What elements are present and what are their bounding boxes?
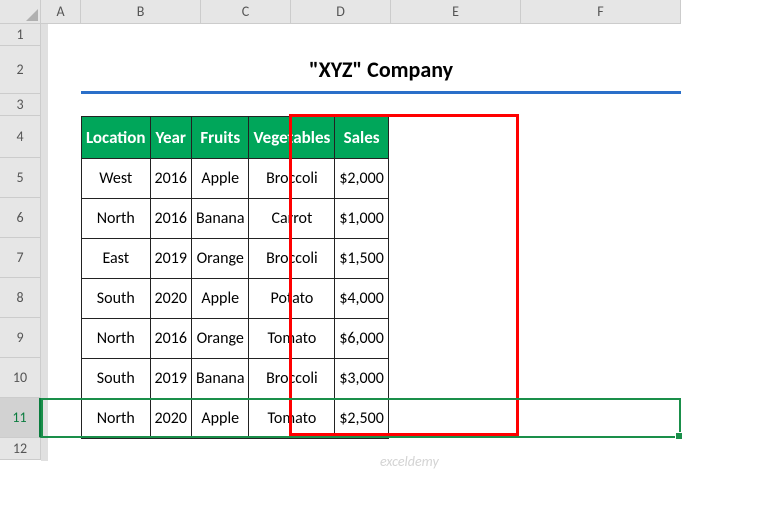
table-cell[interactable]: 2019 — [150, 239, 191, 279]
column-headers: ABCDEF — [41, 0, 681, 24]
table-cell[interactable]: $3,000 — [335, 359, 389, 399]
cell[interactable] — [47, 399, 48, 439]
cell[interactable] — [47, 117, 48, 159]
table-cell[interactable]: Apple — [191, 279, 249, 319]
table-cell[interactable]: West — [82, 159, 151, 199]
table-cell[interactable]: North — [82, 319, 151, 359]
table-cell[interactable]: $2,000 — [335, 159, 389, 199]
table-cell[interactable]: Banana — [191, 199, 249, 239]
table-cell[interactable]: North — [82, 399, 151, 439]
table-header[interactable]: Sales — [335, 117, 389, 159]
table-cell[interactable]: Tomato — [249, 399, 335, 439]
table-row: North2016OrangeTomato$6,000 — [82, 319, 389, 359]
cell[interactable] — [47, 319, 48, 359]
column-header-E[interactable]: E — [391, 0, 521, 24]
row-header-5[interactable]: 5 — [0, 158, 41, 198]
row-header-10[interactable]: 10 — [0, 358, 41, 398]
row-header-6[interactable]: 6 — [0, 198, 41, 238]
table-header[interactable]: Fruits — [191, 117, 249, 159]
row-header-3[interactable]: 3 — [0, 94, 41, 116]
table-row: North2016BananaCarrot$1,000 — [82, 199, 389, 239]
cell[interactable] — [47, 439, 48, 461]
table-cell[interactable]: 2016 — [150, 319, 191, 359]
table-cell[interactable]: Carrot — [249, 199, 335, 239]
page-title: "XYZ" Company — [81, 46, 681, 94]
table-cell[interactable]: Broccoli — [249, 359, 335, 399]
table-row: South2019BananaBroccoli$3,000 — [82, 359, 389, 399]
select-all-button[interactable] — [0, 0, 41, 24]
row-header-11[interactable]: 11 — [0, 398, 41, 438]
cell[interactable] — [47, 95, 48, 117]
row-header-7[interactable]: 7 — [0, 238, 41, 278]
table-row: East2019OrangeBroccoli$1,500 — [82, 239, 389, 279]
table-cell[interactable]: $1,000 — [335, 199, 389, 239]
table-cell[interactable]: Apple — [191, 399, 249, 439]
table-cell[interactable]: 2020 — [150, 279, 191, 319]
table-cell[interactable]: South — [82, 279, 151, 319]
watermark: exceldemy — [380, 453, 439, 470]
table-cell[interactable]: North — [82, 199, 151, 239]
row-header-2[interactable]: 2 — [0, 46, 41, 94]
table-cell[interactable]: 2016 — [150, 159, 191, 199]
table-cell[interactable]: $2,500 — [335, 399, 389, 439]
table-cell[interactable]: $4,000 — [335, 279, 389, 319]
row-header-1[interactable]: 1 — [0, 24, 41, 46]
table-row: North2020AppleTomato$2,500 — [82, 399, 389, 439]
row-header-9[interactable]: 9 — [0, 318, 41, 358]
table-cell[interactable]: Apple — [191, 159, 249, 199]
table-cell[interactable]: Broccoli — [249, 239, 335, 279]
table-header[interactable]: Vegetables — [249, 117, 335, 159]
data-table: LocationYearFruitsVegetablesSalesWest201… — [81, 116, 389, 439]
table-cell[interactable]: Orange — [191, 319, 249, 359]
cell[interactable] — [47, 239, 48, 279]
table-cell[interactable]: Orange — [191, 239, 249, 279]
table-cell[interactable]: Potato — [249, 279, 335, 319]
table-cell[interactable]: $1,500 — [335, 239, 389, 279]
table-header[interactable]: Location — [82, 117, 151, 159]
cell[interactable] — [47, 279, 48, 319]
table-cell[interactable]: 2020 — [150, 399, 191, 439]
table-cell[interactable]: Banana — [191, 359, 249, 399]
table-cell[interactable]: Tomato — [249, 319, 335, 359]
row-header-8[interactable]: 8 — [0, 278, 41, 318]
column-header-B[interactable]: B — [81, 0, 201, 24]
cell[interactable] — [47, 159, 48, 199]
cell[interactable] — [47, 359, 48, 399]
table-cell[interactable]: 2016 — [150, 199, 191, 239]
table-cell[interactable]: East — [82, 239, 151, 279]
column-header-C[interactable]: C — [201, 0, 291, 24]
table-cell[interactable]: $6,000 — [335, 319, 389, 359]
row-headers: 123456789101112 — [0, 24, 41, 460]
cell[interactable] — [47, 47, 48, 95]
table-cell[interactable]: 2019 — [150, 359, 191, 399]
cell[interactable] — [47, 199, 48, 239]
column-header-A[interactable]: A — [41, 0, 81, 24]
table-cell[interactable]: South — [82, 359, 151, 399]
column-header-F[interactable]: F — [521, 0, 681, 24]
table-row: South2020ApplePotato$4,000 — [82, 279, 389, 319]
row-header-12[interactable]: 12 — [0, 438, 41, 460]
table-cell[interactable]: Broccoli — [249, 159, 335, 199]
table-row: West2016AppleBroccoli$2,000 — [82, 159, 389, 199]
cell[interactable] — [47, 25, 48, 47]
column-header-D[interactable]: D — [291, 0, 391, 24]
table-header[interactable]: Year — [150, 117, 191, 159]
row-header-4[interactable]: 4 — [0, 116, 41, 158]
